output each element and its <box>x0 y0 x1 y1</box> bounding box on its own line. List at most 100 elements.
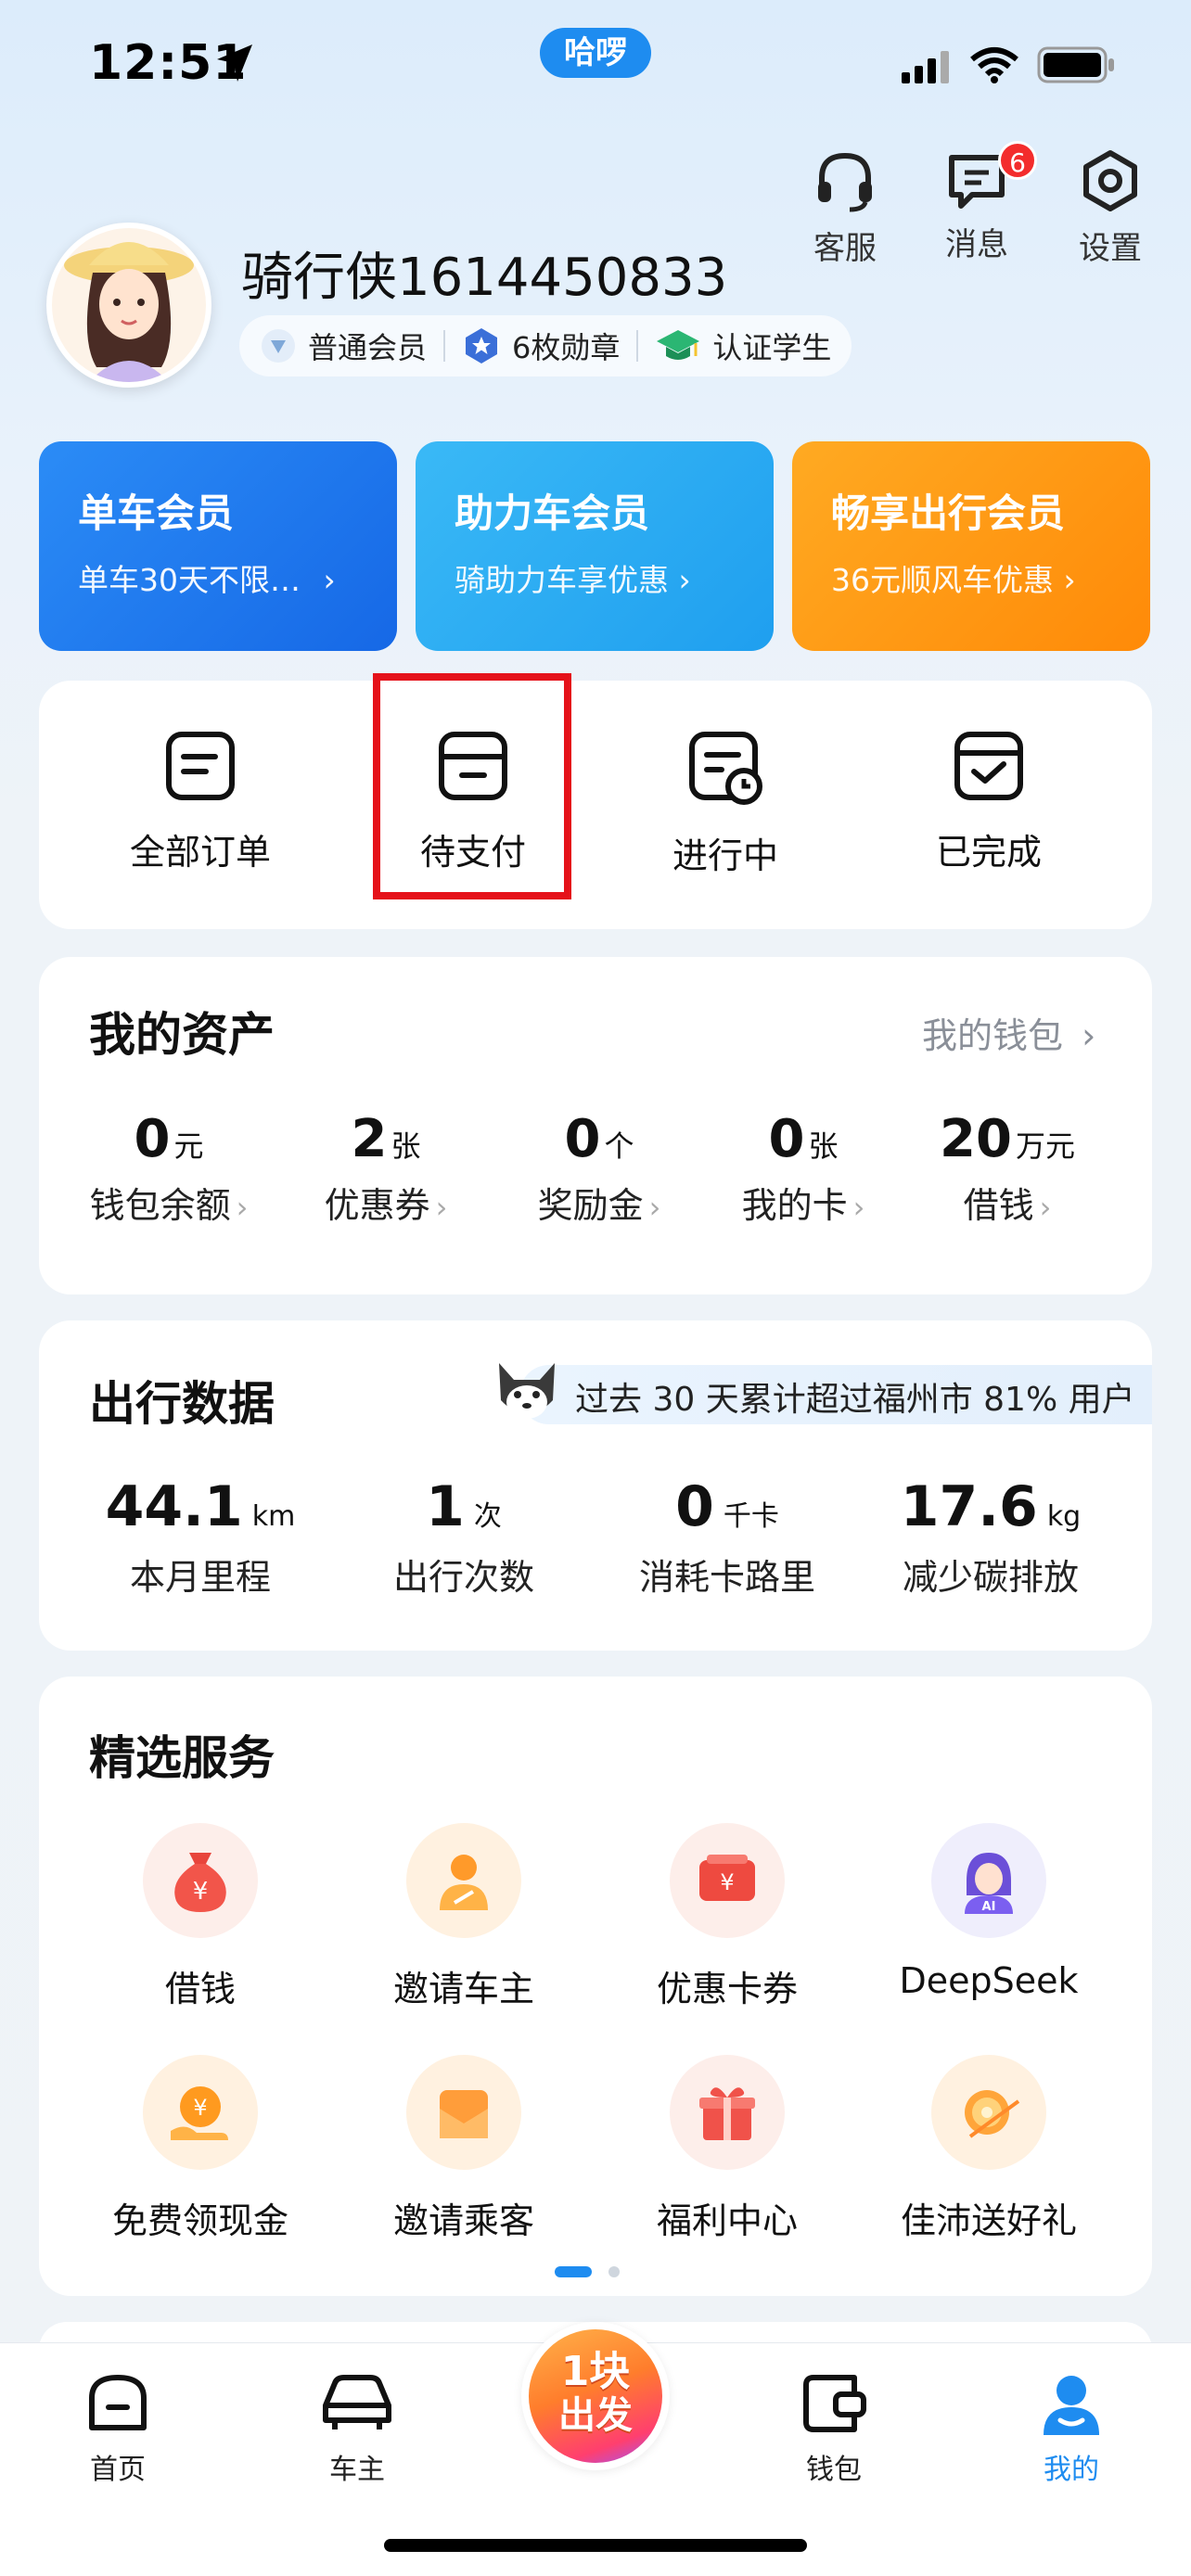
messages-button[interactable]: 6 消息 <box>926 141 1037 264</box>
membership-card-bike[interactable]: 单车会员 单车30天不限… › <box>39 441 397 651</box>
stat-value: 44.1 <box>105 1474 243 1539</box>
membership-title: 畅享出行会员 <box>831 491 1066 536</box>
service-label: 邀请乘客 <box>392 2200 534 2241</box>
page-indicator-dot <box>608 2266 620 2277</box>
order-label: 待支付 <box>419 832 526 873</box>
asset-my-cards[interactable]: 0张 我的卡 › <box>701 1109 905 1228</box>
assets-title: 我的资产 <box>89 1008 275 1062</box>
stat-value: 1 <box>426 1474 465 1539</box>
service-invite-passenger[interactable]: 邀请乘客 <box>352 2055 575 2243</box>
my-wallet-link[interactable]: 我的钱包 › <box>922 1007 1095 1058</box>
home-icon <box>89 2375 147 2430</box>
tag-medals[interactable]: 6枚勋章 <box>462 325 620 367</box>
service-loan[interactable]: ¥ 借钱 <box>89 1823 312 2011</box>
service-invite-driver[interactable]: 邀请车主 <box>352 1823 575 2011</box>
page-indicator-active <box>555 2266 592 2277</box>
service-welfare-center[interactable]: 福利中心 <box>616 2055 839 2243</box>
tab-owner-label: 车主 <box>329 2454 385 2486</box>
asset-value: 20 <box>940 1109 1012 1169</box>
service-label: 优惠卡券 <box>656 1969 798 2009</box>
membership-subtitle: 单车30天不限… <box>78 562 301 598</box>
gift-icon <box>699 2087 755 2140</box>
tag-student[interactable]: 认证学生 <box>655 325 831 367</box>
stat-unit: 千卡 <box>723 1500 779 1533</box>
headset-icon <box>818 152 872 212</box>
order-label: 全部订单 <box>129 832 271 873</box>
cash-coin-icon: ¥ <box>171 2086 228 2140</box>
stat-unit: 次 <box>473 1500 502 1533</box>
message-badge: 6 <box>998 141 1037 180</box>
asset-label: 我的卡 <box>741 1185 848 1226</box>
membership-subtitle: 36元顺风车优惠 <box>831 562 1054 598</box>
order-pending-payment-button[interactable]: 待支付 <box>362 729 584 874</box>
tag-member[interactable]: 普通会员 <box>260 325 427 367</box>
tag-divider <box>636 330 639 362</box>
tab-center-go-button[interactable]: 1块 出发 <box>521 2322 670 2470</box>
asset-value: 0 <box>564 1109 601 1169</box>
tag-divider <box>443 330 446 362</box>
chevron-right-icon: › <box>648 1190 661 1225</box>
member-level-icon <box>262 329 295 363</box>
avatar-girl-icon <box>52 228 206 382</box>
username[interactable]: 骑行侠1614450833 <box>241 236 727 311</box>
husky-icon <box>499 1363 555 1419</box>
customer-service-button[interactable]: 客服 <box>794 148 896 268</box>
asset-value: 0 <box>134 1109 171 1169</box>
asset-label: 优惠券 <box>324 1185 430 1226</box>
asset-unit: 张 <box>391 1129 421 1164</box>
stat-trip-count: 1次 出行次数 <box>334 1474 594 1600</box>
gear-icon <box>1083 150 1137 211</box>
location-arrow-icon <box>217 45 252 82</box>
travel-banner-text: 过去 30 天累计超过福州市 81% 用户 <box>575 1381 1135 1419</box>
tab-wallet[interactable]: 钱包 <box>764 2370 903 2487</box>
service-free-cash[interactable]: ¥ 免费领现金 <box>89 2055 312 2243</box>
chevron-right-icon: › <box>323 562 336 598</box>
order-label: 已完成 <box>935 832 1042 873</box>
asset-coupons[interactable]: 2张 优惠券 › <box>284 1109 488 1228</box>
service-coupons[interactable]: ¥ 优惠卡券 <box>616 1823 839 2011</box>
service-deepseek[interactable]: AI DeepSeek <box>877 1823 1100 2001</box>
tab-mine[interactable]: 我的 <box>1002 2370 1141 2487</box>
avatar[interactable] <box>46 223 211 388</box>
home-indicator <box>384 2539 807 2552</box>
asset-label: 钱包余额 <box>89 1185 231 1226</box>
money-bag-icon: ¥ <box>174 1853 226 1912</box>
order-completed-button[interactable]: 已完成 <box>877 729 1100 874</box>
settings-label: 设置 <box>1079 230 1142 267</box>
wallet-icon <box>803 2375 866 2432</box>
profile-tags: 普通会员 6枚勋章 认证学生 <box>239 315 852 376</box>
graduation-cap-icon <box>657 330 700 360</box>
order-in-progress-button[interactable]: 进行中 <box>614 729 837 878</box>
stat-label: 本月里程 <box>129 1557 271 1598</box>
settings-button[interactable]: 设置 <box>1059 148 1161 268</box>
stat-calories: 0 千卡 消耗卡路里 <box>597 1474 857 1600</box>
user-icon <box>1044 2376 1099 2435</box>
service-label: DeepSeek <box>899 1960 1079 2001</box>
asset-wallet-balance[interactable]: 0元 钱包余额 › <box>67 1109 271 1228</box>
center-line1: 1块 <box>560 2348 631 2395</box>
stat-carbon: 17.6 kg 减少碳排放 <box>861 1474 1121 1600</box>
tab-home[interactable]: 首页 <box>48 2370 187 2487</box>
order-all-button[interactable]: 全部订单 <box>89 729 312 874</box>
asset-value: 2 <box>351 1109 388 1169</box>
membership-card-ebike[interactable]: 助力车会员 骑助力车享优惠 › <box>416 441 774 651</box>
membership-card-travel[interactable]: 畅享出行会员 36元顺风车优惠 › <box>792 441 1150 651</box>
svg-text:AI: AI <box>982 1900 996 1914</box>
tag-medals-label: 6枚勋章 <box>512 330 621 365</box>
service-zespri-gift[interactable]: 佳沛送好礼 <box>877 2055 1100 2243</box>
stat-unit: kg <box>1046 1500 1082 1533</box>
asset-unit: 万元 <box>1015 1129 1075 1164</box>
stat-unit: km <box>251 1500 296 1533</box>
driver-icon <box>440 1855 488 1910</box>
app-pill[interactable]: 哈啰 <box>540 28 651 78</box>
tab-owner[interactable]: 车主 <box>288 2370 427 2487</box>
asset-rewards[interactable]: 0个 奖励金 › <box>497 1109 701 1228</box>
car-icon <box>323 2375 391 2429</box>
clock-doc-icon <box>689 732 762 805</box>
services-title: 精选服务 <box>89 1731 275 1785</box>
kiwi-icon <box>965 2090 1020 2138</box>
asset-loan[interactable]: 20 万元 借钱 › <box>905 1109 1109 1228</box>
svg-text:¥: ¥ <box>193 1878 209 1906</box>
coupon-icon: ¥ <box>699 1855 755 1901</box>
stat-value: 0 <box>675 1474 714 1539</box>
